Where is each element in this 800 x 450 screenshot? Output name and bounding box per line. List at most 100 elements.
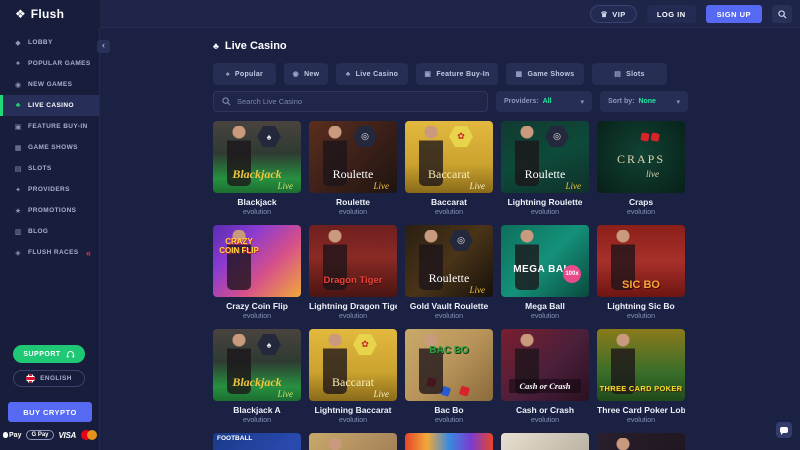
page-title: ♣ Live Casino <box>213 40 287 52</box>
page-title-text: Live Casino <box>225 40 287 52</box>
game-card[interactable]: CRAZY COIN FLIP Crazy Coin Flip evolutio… <box>213 225 301 320</box>
chat-widget-button[interactable] <box>776 422 792 438</box>
filter-live-casino[interactable]: ♣Live Casino <box>336 63 408 85</box>
game-thumbnail[interactable]: CRAZY COIN FLIP <box>213 225 301 297</box>
game-card-partial[interactable] <box>309 433 397 450</box>
language-selector[interactable]: ENGLISH <box>13 370 85 387</box>
logo[interactable]: ❖ Flush <box>0 0 100 28</box>
game-thumbnail[interactable]: ♠BlackjackLive <box>213 121 301 193</box>
game-card[interactable]: ✿BaccaratLive Baccarat evolution <box>405 121 493 216</box>
game-card[interactable]: CRAPSlive Craps evolution <box>597 121 685 216</box>
sidebar-item-live-casino[interactable]: ♣LIVE CASINO <box>0 95 99 116</box>
filter-new[interactable]: ◉New <box>284 63 328 85</box>
game-card[interactable]: Dragon Tiger Lightning Dragon Tiger evol… <box>309 225 397 320</box>
sidebar-item-promotions[interactable]: ★PROMOTIONS <box>0 200 99 221</box>
game-card[interactable]: Cash or Crash Cash or Crash evolution <box>501 329 589 424</box>
sidebar-item-lobby[interactable]: ◆ LOBBY <box>0 32 99 53</box>
blog-icon: ▥ <box>14 228 22 236</box>
game-thumbnail[interactable]: Dragon Tiger <box>309 225 397 297</box>
category-filters: ♠Popular ◉New ♣Live Casino ▣Feature Buy-… <box>213 63 667 85</box>
sidebar-item-feature-buy-in[interactable]: ▣FEATURE BUY-IN <box>0 116 99 137</box>
sidebar-collapse-button[interactable]: ‹ <box>97 40 110 53</box>
live-casino-icon: ♣ <box>346 71 351 78</box>
filter-popular[interactable]: ♠Popular <box>213 63 276 85</box>
game-card[interactable]: ◎RouletteLive Roulette evolution <box>309 121 397 216</box>
game-card[interactable]: THREE CARD POKER Three Card Poker Lobby … <box>597 329 685 424</box>
game-provider: evolution <box>501 313 589 320</box>
buy-crypto-button[interactable]: BUY CRYPTO <box>8 402 92 422</box>
sidebar-item-new-games[interactable]: ◉NEW GAMES <box>0 74 99 95</box>
support-label: SUPPORT <box>23 351 60 358</box>
support-button[interactable]: SUPPORT <box>13 345 85 363</box>
sidebar-item-game-shows[interactable]: ▦GAME SHOWS <box>0 137 99 158</box>
search-bar[interactable] <box>213 91 488 112</box>
game-thumbnail[interactable] <box>501 433 589 450</box>
filter-game-shows[interactable]: ▦Game Shows <box>506 63 584 85</box>
live-casino-icon: ♣ <box>14 102 22 109</box>
game-provider: evolution <box>213 417 301 424</box>
game-thumbnail[interactable]: Cash or Crash <box>501 329 589 401</box>
game-shows-icon: ▦ <box>14 144 22 152</box>
game-provider: evolution <box>597 417 685 424</box>
game-thumbnail[interactable]: FOOTBALL <box>213 433 301 450</box>
thumb-sub: Live <box>566 181 582 191</box>
thumb-sub: Live <box>278 389 294 399</box>
game-provider: evolution <box>501 417 589 424</box>
game-card-partial[interactable] <box>597 433 685 450</box>
game-card[interactable]: ✿BaccaratLive Lightning Baccarat evoluti… <box>309 329 397 424</box>
sidebar-item-blog[interactable]: ▥BLOG <box>0 221 99 242</box>
game-thumbnail[interactable]: ◎RouletteLive <box>405 225 493 297</box>
game-card-partial[interactable] <box>501 433 589 450</box>
game-thumbnail[interactable]: ◎RouletteLive <box>501 121 589 193</box>
game-thumbnail[interactable]: MEGA BALL100x <box>501 225 589 297</box>
thumb-sub: Live <box>374 181 390 191</box>
thumb-sub: 100x <box>563 265 581 283</box>
sort-dropdown[interactable]: Sort by: None ▾ <box>600 91 688 112</box>
game-card-partial[interactable] <box>405 433 493 450</box>
game-thumbnail[interactable] <box>597 433 685 450</box>
game-thumbnail[interactable]: CRAPSlive <box>597 121 685 193</box>
uk-flag-icon <box>26 374 35 383</box>
promotions-icon: ★ <box>14 207 22 215</box>
game-card[interactable]: SIC BO Lightning Sic Bo evolution <box>597 225 685 320</box>
game-card[interactable]: ♠BlackjackLive Blackjack A evolution <box>213 329 301 424</box>
sidebar-item-label: LOBBY <box>28 39 53 46</box>
thumb-sub: Live <box>374 389 390 399</box>
game-title: Blackjack <box>213 197 301 207</box>
lobby-icon: ◆ <box>14 39 22 47</box>
game-thumbnail[interactable] <box>309 433 397 450</box>
google-pay-icon: G Pay <box>26 430 53 440</box>
game-thumbnail[interactable]: ✿BaccaratLive <box>405 121 493 193</box>
filter-slots[interactable]: ▤Slots <box>592 63 667 85</box>
game-card[interactable]: ◎RouletteLive Lightning Roulette evoluti… <box>501 121 589 216</box>
game-card[interactable]: BAC BO Bac Bo evolution <box>405 329 493 424</box>
sidebar-item-providers[interactable]: ✦PROVIDERS <box>0 179 99 200</box>
vip-button[interactable]: ♛ VIP <box>590 5 637 23</box>
game-title: Lightning Sic Bo <box>597 301 685 311</box>
sidebar-item-popular-games[interactable]: ♠POPULAR GAMES <box>0 53 99 74</box>
thumb-label: CRAPS <box>597 152 685 167</box>
login-button[interactable]: LOG IN <box>647 5 696 23</box>
sidebar-item-flush-races[interactable]: ◈FLUSH RACES« <box>0 242 99 263</box>
game-thumbnail[interactable]: BAC BO <box>405 329 493 401</box>
providers-dropdown[interactable]: Providers: All ▾ <box>496 91 592 112</box>
sidebar-item-slots[interactable]: ▤SLOTS <box>0 158 99 179</box>
signup-button[interactable]: SIGN UP <box>706 5 762 23</box>
game-thumbnail[interactable]: SIC BO <box>597 225 685 297</box>
game-thumbnail[interactable] <box>405 433 493 450</box>
search-icon-button[interactable] <box>772 5 792 23</box>
game-card-partial[interactable]: FOOTBALL <box>213 433 301 450</box>
game-thumbnail[interactable]: THREE CARD POKER <box>597 329 685 401</box>
thumb-label: Dragon Tiger <box>309 275 397 286</box>
filter-feature-buy-in[interactable]: ▣Feature Buy-In <box>416 63 498 85</box>
game-thumbnail[interactable]: ♠BlackjackLive <box>213 329 301 401</box>
game-card[interactable]: ♠BlackjackLive Blackjack evolution <box>213 121 301 216</box>
search-input[interactable] <box>237 97 479 106</box>
game-card[interactable]: MEGA BALL100x Mega Ball evolution <box>501 225 589 320</box>
game-badge-icon: ♠ <box>257 334 281 355</box>
game-thumbnail[interactable]: ✿BaccaratLive <box>309 329 397 401</box>
game-thumbnail[interactable]: ◎RouletteLive <box>309 121 397 193</box>
thumb-sub: Live <box>278 181 294 191</box>
thumb-sub: Live <box>470 181 486 191</box>
game-card[interactable]: ◎RouletteLive Gold Vault Roulette evolut… <box>405 225 493 320</box>
